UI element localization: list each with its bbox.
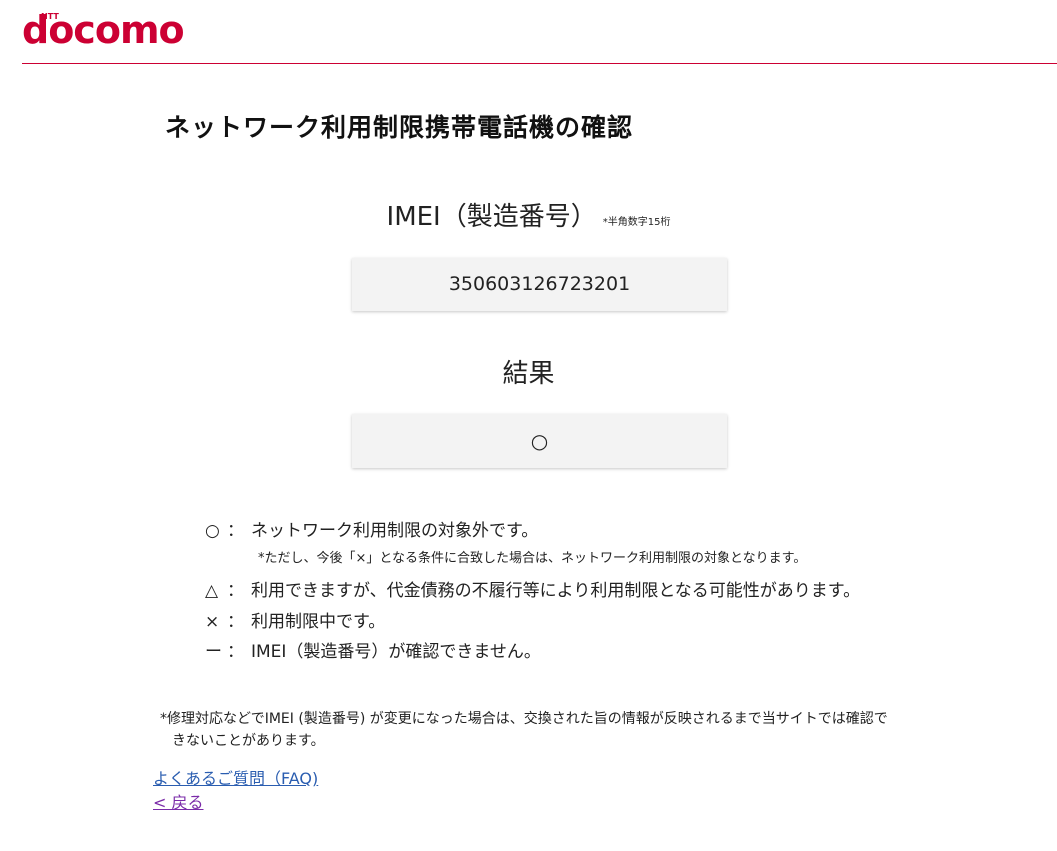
legend-text-cross: 利用制限中です。 [251, 612, 386, 632]
legend-symbol-dash: ー [205, 642, 222, 662]
page-title: ネットワーク利用制限携帯電話機の確認 [165, 113, 634, 142]
imei-value-field: 350603126723201 [352, 258, 727, 311]
legend-symbol-cross: × [205, 612, 220, 632]
legend-row-ok: ○ ： ネットワーク利用制限の対象外です。 [205, 516, 538, 541]
footnote-line-2: きないことがあります。 [172, 733, 325, 749]
legend-text-dash: IMEI（製造番号）が確認できません。 [251, 642, 541, 662]
back-link[interactable]: < 戻る [153, 789, 204, 813]
imei-label: IMEI（製造番号） *半角数字15桁 [0, 196, 1057, 233]
ntt-mark: NTT [41, 12, 59, 21]
legend-colon: ： [227, 521, 244, 541]
legend-symbol-circle: ○ [205, 521, 220, 541]
legend-colon: ： [227, 642, 244, 662]
legend-row-triangle: △ ： 利用できますが、代金債務の不履行等により利用制限となる可能性があります。 [205, 576, 860, 601]
legend-note: *ただし、今後「×」となる条件に合致した場合は、ネットワーク利用制限の対象となり… [258, 551, 807, 566]
result-label: 結果 [502, 359, 555, 389]
imei-label-text: IMEI（製造番号） [386, 202, 597, 232]
legend-symbol-triangle: △ [205, 581, 219, 601]
legend-colon: ： [227, 612, 244, 632]
legend-row-cross: × ： 利用制限中です。 [205, 607, 385, 632]
legend-row-dash: ー： IMEI（製造番号）が確認できません。 [205, 637, 541, 662]
imei-change-footnote: *修理対応などでIMEI (製造番号) が変更になった場合は、交換された旨の情報… [160, 708, 950, 752]
legend-colon: ： [227, 581, 244, 601]
faq-link[interactable]: よくあるご質問（FAQ) [153, 765, 318, 789]
legend-text-triangle: 利用できますが、代金債務の不履行等により利用制限となる可能性があります。 [251, 581, 861, 601]
footnote-line-1: *修理対応などでIMEI (製造番号) が変更になった場合は、交換された旨の情報… [160, 711, 888, 727]
header: docomo NTT [0, 0, 1057, 64]
header-divider [22, 63, 1057, 64]
imei-format-note: *半角数字15桁 [602, 217, 671, 228]
result-value-field: ○ [352, 414, 727, 468]
legend-text-ok: ネットワーク利用制限の対象外です。 [251, 521, 539, 541]
